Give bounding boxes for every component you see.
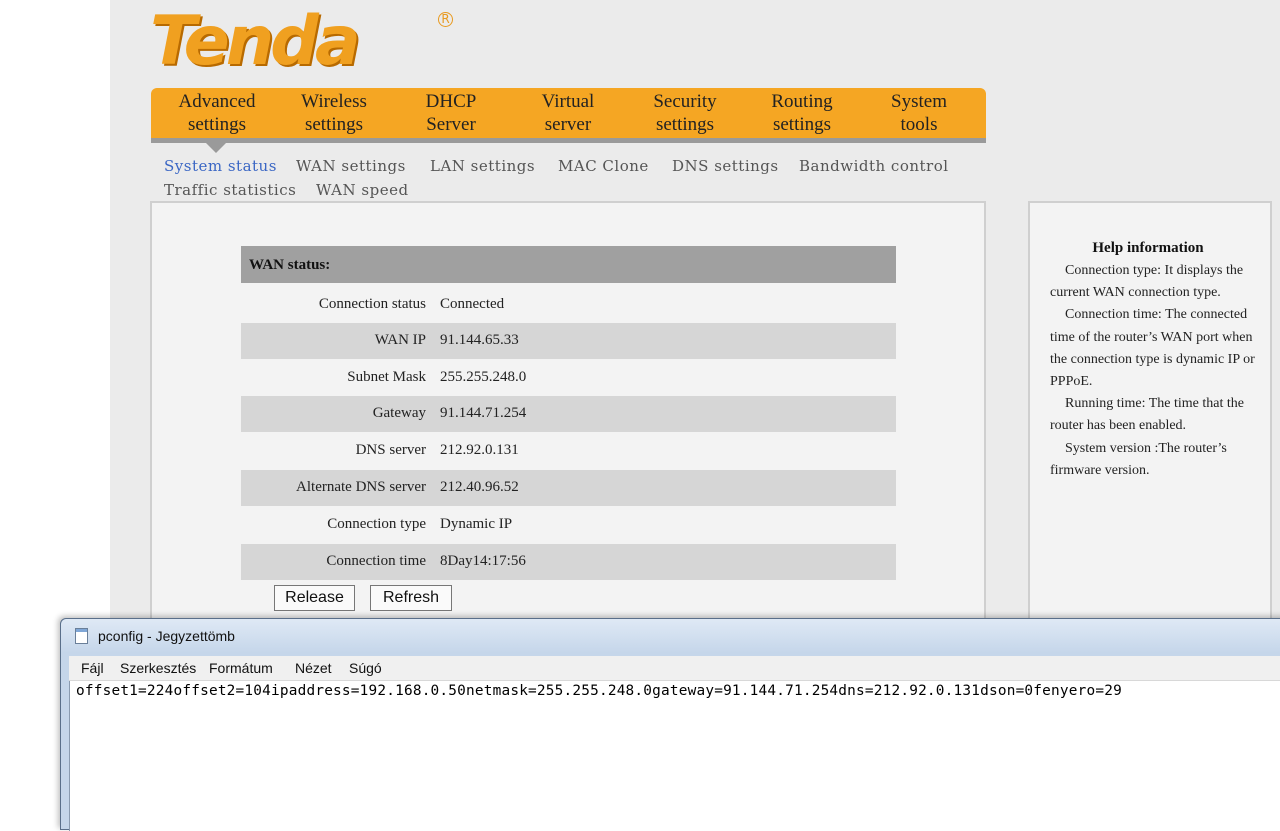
menu-format[interactable]: Formátum — [209, 660, 273, 676]
nav-label-line2: tools — [900, 114, 938, 135]
status-row: Connection type Dynamic IP — [241, 507, 896, 543]
nav-label-line2: Server — [426, 114, 476, 135]
main-navigation: Advanced settings Wireless settings DHCP Se… — [151, 88, 986, 143]
row-label: Gateway — [372, 405, 426, 421]
release-button[interactable]: Release — [274, 585, 355, 611]
subnav-system-status[interactable]: System status — [164, 157, 277, 175]
row-label: Connection status — [318, 296, 426, 312]
tenda-logo: Tenda — [150, 2, 361, 81]
subnav-dns-settings[interactable]: DNS settings — [672, 157, 779, 175]
status-row: WAN IP 91.144.65.33 — [241, 323, 896, 359]
subnav-wan-settings[interactable]: WAN settings — [296, 157, 406, 175]
row-value: Dynamic IP — [440, 516, 513, 532]
menu-help[interactable]: Súgó — [349, 660, 382, 676]
nav-label-line1: Wireless — [301, 91, 367, 112]
subnav-traffic-statistics[interactable]: Traffic statistics — [164, 181, 296, 199]
row-value: 255.255.248.0 — [440, 369, 527, 385]
row-label: Alternate DNS server — [296, 479, 426, 495]
status-row: Connection time 8Day14:17:56 — [241, 544, 896, 580]
notepad-text-area[interactable]: offset1=224offset2=104ipaddress=192.168.… — [69, 681, 1280, 831]
help-paragraph: Running time: The time that the router h… — [1050, 396, 1244, 434]
status-row: Alternate DNS server 212.40.96.52 — [241, 470, 896, 506]
notepad-titlebar[interactable]: pconfig - Jegyzettömb — [61, 619, 1280, 653]
menu-file[interactable]: Fájl — [81, 660, 104, 676]
menu-edit[interactable]: Szerkesztés — [120, 660, 196, 676]
nav-wireless-settings[interactable]: Wireless settings — [274, 90, 394, 136]
nav-label-line2: settings — [655, 114, 715, 135]
row-value: 212.92.0.131 — [440, 442, 519, 458]
help-title: Help information — [1092, 240, 1204, 256]
registered-mark-icon: R — [438, 12, 453, 27]
nav-label-line1: Routing — [771, 91, 833, 112]
menu-view[interactable]: Nézet — [295, 660, 332, 676]
nav-system-tools[interactable]: System tools — [859, 90, 979, 136]
status-row: Connection status Connected — [241, 287, 896, 323]
notepad-content: offset1=224offset2=104ipaddress=192.168.… — [76, 683, 1122, 699]
wan-status-header: WAN status: — [241, 246, 896, 283]
row-label: Connection type — [327, 516, 426, 532]
row-label: Connection time — [326, 553, 426, 569]
notepad-window: pconfig - Jegyzettömb Fájl Szerkesztés F… — [60, 618, 1280, 831]
nav-label-line1: Advanced — [178, 91, 256, 112]
nav-label-line2: settings — [304, 114, 364, 135]
row-value: 91.144.71.254 — [440, 405, 527, 421]
row-value: 91.144.65.33 — [440, 332, 519, 348]
notepad-menubar: Fájl Szerkesztés Formátum Nézet Súgó — [69, 656, 1280, 681]
nav-security-settings[interactable]: Security settings — [625, 90, 745, 136]
row-value: 212.40.96.52 — [440, 479, 519, 495]
status-row: Gateway 91.144.71.254 — [241, 396, 896, 432]
nav-label-line1: Security — [653, 91, 717, 112]
subnav-bandwidth-control[interactable]: Bandwidth control — [799, 157, 949, 175]
help-paragraph: Connection type: It displays the current… — [1050, 263, 1244, 301]
row-label: Subnet Mask — [347, 369, 426, 385]
nav-label-line1: System — [891, 91, 947, 112]
nav-advanced-settings[interactable]: Advanced settings — [157, 90, 277, 136]
refresh-button[interactable]: Refresh — [370, 585, 452, 611]
subnav-lan-settings[interactable]: LAN settings — [430, 157, 535, 175]
row-label: WAN IP — [374, 332, 426, 348]
nav-virtual-server[interactable]: Virtual server — [508, 90, 628, 136]
nav-label-line2: settings — [187, 114, 247, 135]
status-row: DNS server 212.92.0.131 — [241, 433, 896, 469]
subnav-mac-clone[interactable]: MAC Clone — [558, 157, 649, 175]
status-row: Subnet Mask 255.255.248.0 — [241, 360, 896, 396]
help-paragraph: Connection time: The connected time of t… — [1050, 307, 1255, 390]
nav-label-line2: settings — [772, 114, 832, 135]
nav-label-line2: server — [544, 114, 592, 135]
wan-status-title: WAN status: — [249, 257, 331, 273]
nav-label-line1: DHCP — [425, 91, 477, 112]
active-nav-arrow-icon — [206, 143, 226, 153]
nav-label-line1: Virtual — [541, 91, 595, 112]
nav-routing-settings[interactable]: Routing settings — [742, 90, 862, 136]
notepad-title: pconfig - Jegyzettömb — [98, 628, 235, 644]
row-value: Connected — [440, 296, 505, 312]
help-paragraph: System version :The router’s firmware ve… — [1050, 440, 1227, 478]
help-text: Connection type: It displays the current… — [1050, 260, 1255, 482]
nav-dhcp-server[interactable]: DHCP Server — [391, 90, 511, 136]
row-label: DNS server — [355, 442, 426, 458]
subnav-wan-speed[interactable]: WAN speed — [316, 181, 409, 199]
notepad-icon — [75, 628, 88, 644]
row-value: 8Day14:17:56 — [440, 553, 526, 569]
